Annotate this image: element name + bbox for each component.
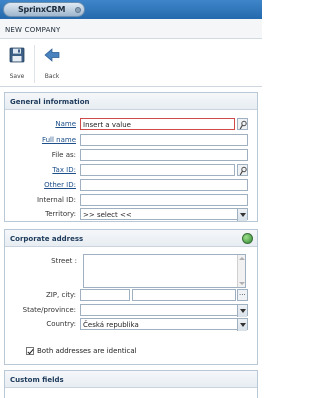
logo-text: SprinxCRM [18,5,66,14]
country-select[interactable]: Česká republika [80,318,248,331]
section-header: Custom fields [5,371,257,388]
save-button-label: Save [9,73,25,80]
tax-id-label[interactable]: Tax ID: [52,166,76,174]
territory-selected-value: >> select << [83,211,132,219]
zip-city-row: ZIP, city: ... [5,289,257,301]
binoculars-icon [239,120,247,130]
territory-select[interactable]: >> select << [80,208,248,221]
file-as-label: File as: [51,151,76,159]
floppy-disk-icon [9,47,25,63]
arrow-left-icon [44,48,60,62]
title-bar: NEW COMPANY [0,19,262,39]
full-name-row: Full name [5,134,257,146]
identical-addresses-checkbox[interactable] [26,347,34,355]
general-information-section: General information Name Insert a value … [4,92,258,222]
city-lookup-button[interactable]: ... [237,289,248,301]
name-input[interactable]: Insert a value [80,118,235,130]
chevron-down-icon[interactable] [237,209,247,221]
app-logo[interactable]: SprinxCRM [3,2,85,17]
name-input-value: Insert a value [83,121,131,129]
name-picker-button[interactable] [237,118,248,130]
globe-icon[interactable] [242,233,253,244]
chevron-down-icon[interactable] [237,305,247,317]
binoculars-icon [239,166,247,176]
city-lookup-label: ... [239,289,246,297]
name-label[interactable]: Name [55,120,76,128]
territory-label: Territory: [45,210,76,218]
tax-id-input[interactable] [80,164,235,176]
section-title: Corporate address [10,235,84,243]
toolbar-divider [34,45,35,83]
internal-id-input[interactable] [80,194,248,206]
full-name-label[interactable]: Full name [42,136,76,144]
zip-input[interactable] [80,289,130,301]
back-button[interactable]: Back [37,47,67,83]
internal-id-label: Internal ID: [36,196,76,204]
territory-row: Territory: >> select << [5,208,257,221]
section-title: Custom fields [10,376,64,384]
country-row: Country: Česká republika [5,318,257,331]
page-title: NEW COMPANY [5,26,61,34]
scroll-up-icon[interactable] [239,257,245,260]
identical-addresses-label[interactable]: Both addresses are identical [37,347,137,355]
street-label: Street : [51,257,77,265]
chevron-down-icon[interactable] [237,319,247,331]
country-selected-value: Česká republika [83,321,139,329]
logo-menu-icon[interactable] [75,7,81,13]
full-name-input[interactable] [80,134,248,146]
tax-id-row: Tax ID: [5,164,257,176]
save-button[interactable]: Save [2,47,32,83]
name-row: Name Insert a value [5,118,257,130]
section-header: General information [5,93,257,110]
file-as-row: File as: [5,149,257,161]
scroll-down-icon[interactable] [239,282,245,285]
section-title: General information [10,98,90,106]
state-label: State/province: [22,306,76,314]
corporate-address-section: Corporate address Street : ZIP, city: ..… [4,229,258,365]
internal-id-row: Internal ID: [5,194,257,206]
zip-city-label: ZIP, city: [45,291,76,299]
app-topbar: SprinxCRM [0,0,262,19]
section-header: Corporate address [5,230,257,247]
other-id-row: Other ID: [5,179,257,191]
other-id-input[interactable] [80,179,248,191]
other-id-label[interactable]: Other ID: [44,181,76,189]
identical-addresses-row: Both addresses are identical [5,347,257,359]
country-label: Country: [46,320,76,328]
tax-id-picker-button[interactable] [237,164,248,176]
state-select[interactable] [80,304,248,317]
toolbar: Save Back [0,39,262,87]
custom-fields-section: Custom fields [4,370,258,398]
city-input[interactable] [132,289,236,301]
back-button-label: Back [44,73,60,80]
state-row: State/province: [5,304,257,317]
file-as-input[interactable] [80,149,248,161]
street-textarea[interactable] [83,254,246,288]
street-scrollbar[interactable] [237,255,245,287]
